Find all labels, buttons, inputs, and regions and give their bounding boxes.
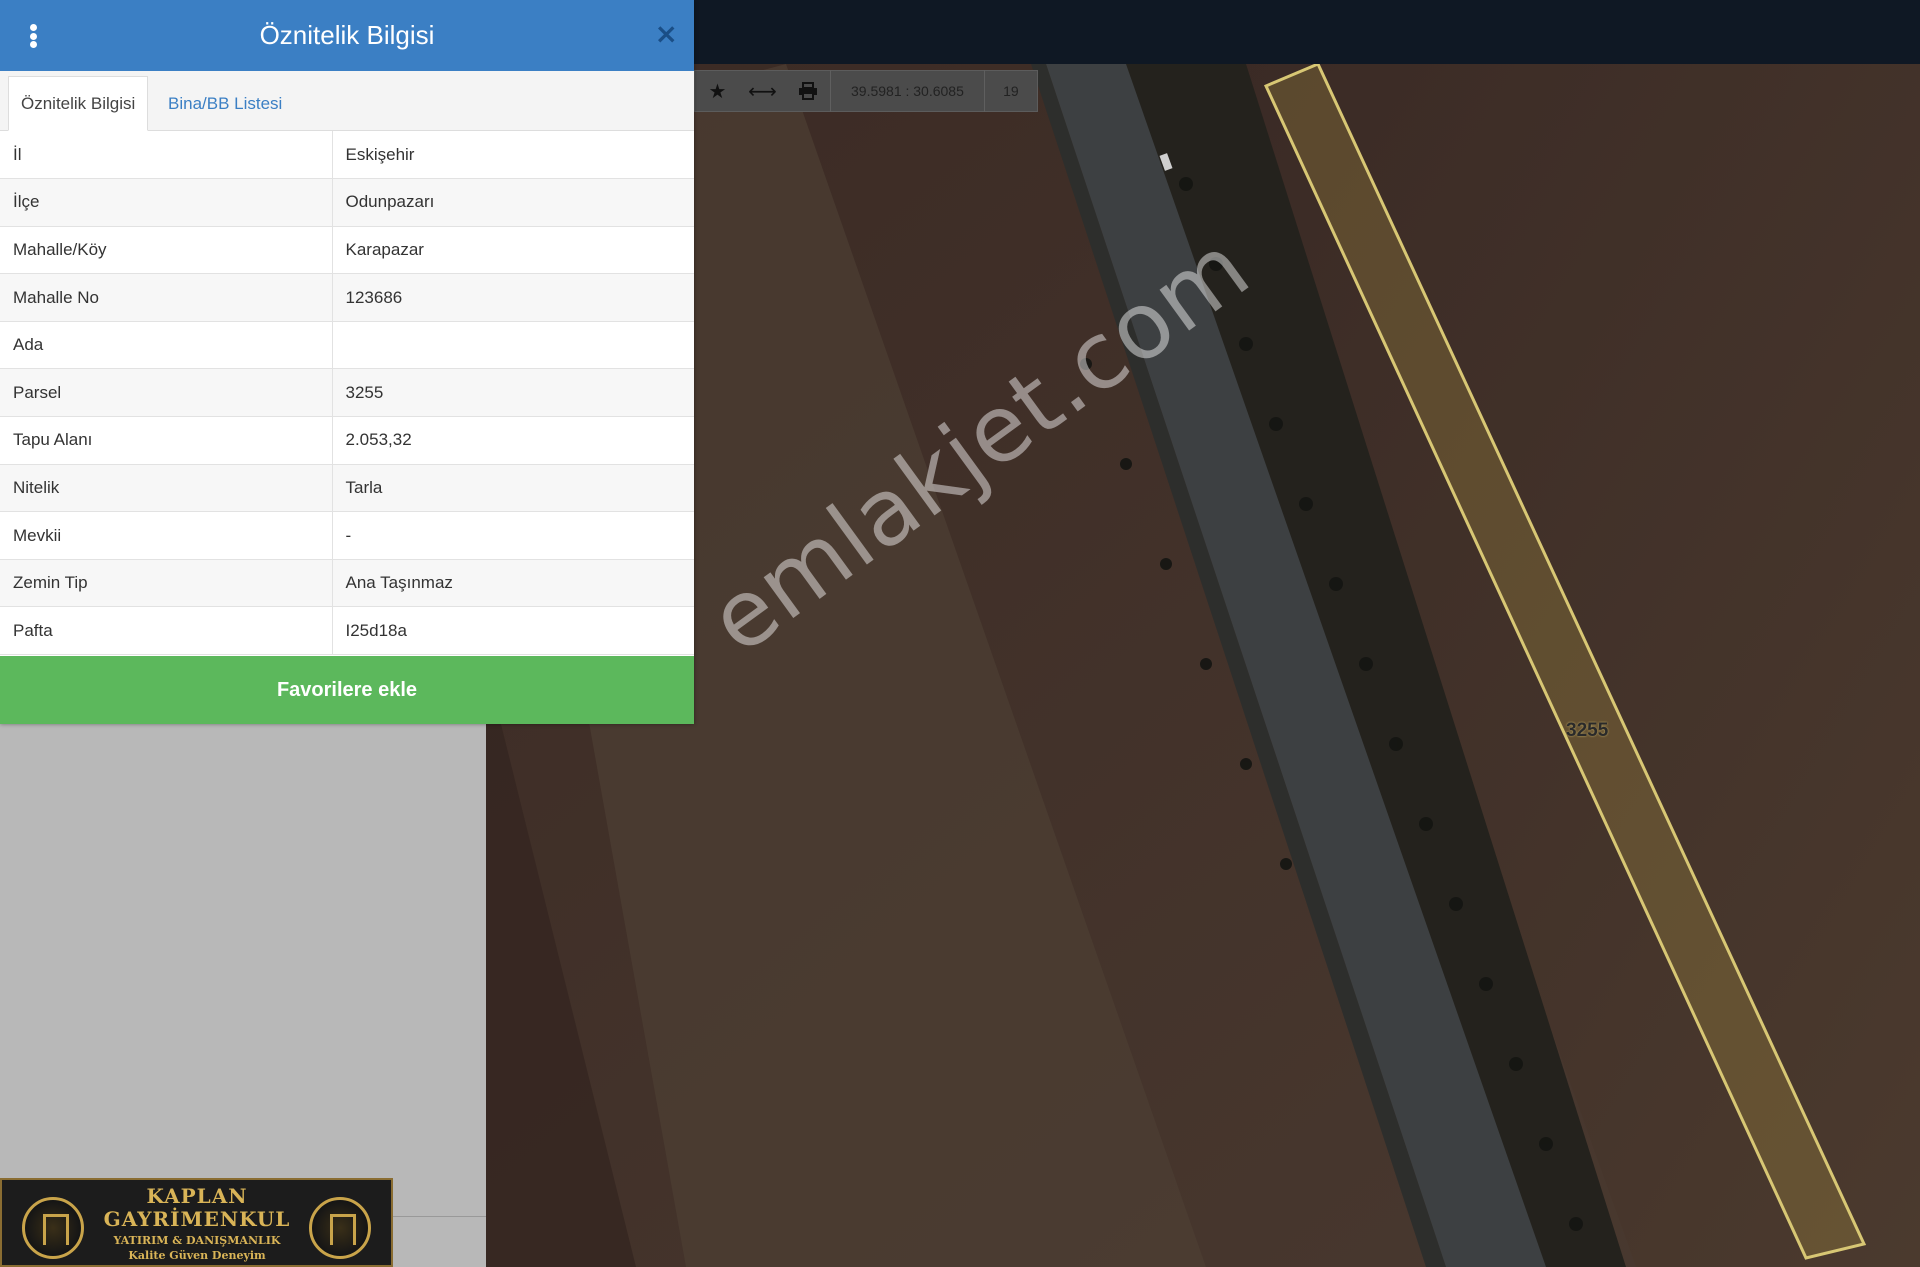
tab-building-list[interactable]: Bina/BB Listesi (156, 76, 294, 131)
table-row: Mahalle No 123686 (0, 273, 694, 322)
table-row: Ada (0, 321, 694, 370)
row-value (332, 321, 694, 370)
company-logo: KAPLAN GAYRİMENKUL YATIRIM & DANIŞMANLIK… (0, 1178, 393, 1267)
table-row: Pafta I25d18a (0, 606, 694, 656)
table-row: Mevkii - (0, 511, 694, 560)
table-row: Nitelik Tarla (0, 464, 694, 513)
row-value: Ana Taşınmaz (332, 559, 694, 608)
logo-line-1: KAPLAN (146, 1184, 248, 1208)
row-value: Odunpazarı (332, 178, 694, 227)
close-icon[interactable]: × (655, 20, 678, 48)
row-value: 2.053,32 (332, 416, 694, 465)
logo-line-3: YATIRIM & DANIŞMANLIK (113, 1234, 281, 1247)
table-row: Mahalle/Köy Karapazar (0, 226, 694, 275)
attribute-panel: Öznitelik Bilgisi × Öznitelik Bilgisi Bi… (0, 0, 694, 724)
row-key: İl (0, 131, 333, 180)
parcel-label[interactable]: 3255 (1566, 720, 1608, 742)
row-key: Mahalle No (0, 273, 333, 322)
row-key: Mevkii (0, 511, 333, 560)
table-row: İl Eskişehir (0, 131, 694, 180)
panel-title: Öznitelik Bilgisi (259, 20, 435, 50)
logo-line-4: Kalite Güven Deneyim (128, 1249, 266, 1262)
row-value: 3255 (332, 368, 694, 418)
menu-icon[interactable] (26, 24, 40, 48)
row-key: Parsel (0, 368, 333, 418)
measure-icon[interactable]: ⟷ (740, 70, 785, 112)
row-value: I25d18a (332, 606, 694, 656)
panel-tabs: Öznitelik Bilgisi Bina/BB Listesi (0, 71, 694, 131)
print-icon[interactable] (785, 70, 830, 112)
tab-attribute-info[interactable]: Öznitelik Bilgisi (8, 76, 149, 131)
row-value: Tarla (332, 464, 694, 513)
row-value: Karapazar (332, 226, 694, 275)
map-toolbar: ★ ⟷ 39.5981 : 30.6085 19 (694, 70, 1038, 112)
row-key: Nitelik (0, 464, 333, 513)
table-row: İlçe Odunpazarı (0, 178, 694, 227)
zoom-level: 19 (1003, 83, 1019, 99)
row-key: Tapu Alanı (0, 416, 333, 465)
row-value: - (332, 511, 694, 560)
row-value: 123686 (332, 273, 694, 322)
row-value: Eskişehir (332, 131, 694, 180)
logo-line-2: GAYRİMENKUL (103, 1207, 291, 1231)
building-emblem-icon (22, 1197, 84, 1259)
row-key: İlçe (0, 178, 333, 227)
row-key: Ada (0, 321, 333, 370)
star-icon[interactable]: ★ (695, 70, 740, 112)
coordinates-readout: 39.5981 : 30.6085 (830, 70, 985, 112)
table-row: Tapu Alanı 2.053,32 (0, 416, 694, 465)
panel-header: Öznitelik Bilgisi × (0, 0, 694, 71)
table-row: Zemin Tip Ana Taşınmaz (0, 559, 694, 608)
building-emblem-icon (309, 1197, 371, 1259)
row-key: Mahalle/Köy (0, 226, 333, 275)
add-favorite-button[interactable]: Favorilere ekle (0, 656, 694, 724)
attribute-table: İl Eskişehir İlçe Odunpazarı Mahalle/Köy Ka… (0, 131, 694, 656)
table-row: Parsel 3255 (0, 368, 694, 418)
row-key: Zemin Tip (0, 559, 333, 608)
row-key: Pafta (0, 606, 333, 656)
